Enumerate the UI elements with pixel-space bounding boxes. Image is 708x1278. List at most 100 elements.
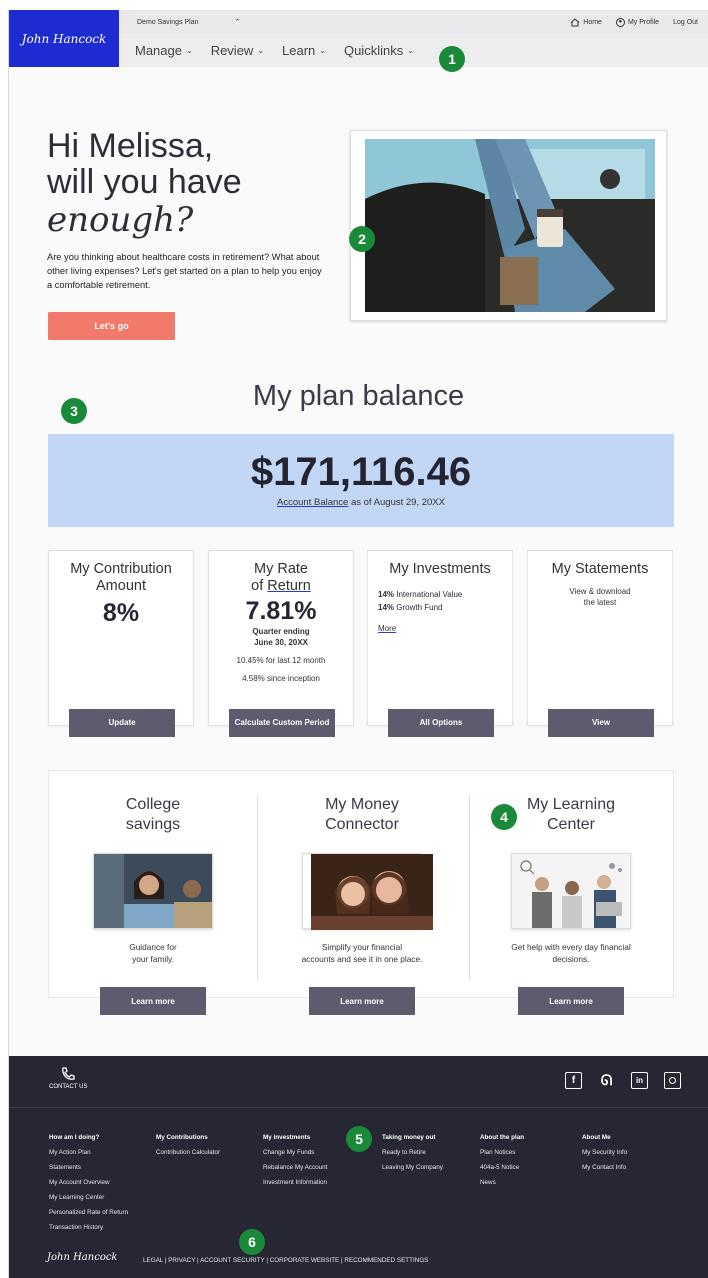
nav-label: Manage [135, 43, 182, 58]
view-button[interactable]: View [548, 709, 654, 737]
mother-daughter-image [302, 853, 433, 930]
footer-link[interactable]: Ready to Retire [382, 1145, 443, 1160]
tile-title-line: savings [125, 816, 181, 833]
logout-link[interactable]: Log Out [673, 19, 698, 26]
return-value: 7.81% [245, 597, 317, 625]
update-button[interactable]: Update [69, 709, 175, 737]
tile-title: College savings [49, 795, 257, 835]
legal-link[interactable]: LEGAL [143, 1257, 163, 1264]
learning-section: College savings Guidance for your family. … [48, 770, 675, 1015]
tile-desc-line: Guidance for [129, 942, 177, 952]
callout-badge-5: 5 [346, 1126, 372, 1152]
nav-manage[interactable]: Manage ⌄ [135, 43, 193, 58]
facebook-icon[interactable]: f [565, 1072, 582, 1089]
footer-logo[interactable]: John Hancock [47, 1252, 118, 1263]
footer-link[interactable]: My Account Overview [49, 1175, 128, 1190]
plan-selector-label: Demo Savings Plan [137, 18, 199, 26]
corporate-website-link[interactable]: CORPORATE WEBSITE [270, 1257, 340, 1264]
footer-heading: About the plan [480, 1134, 525, 1141]
investment-list: 14% International Value 14% Growth Fund [368, 588, 512, 614]
footer-link[interactable]: Personalized Rate of Return [49, 1205, 128, 1220]
college-student-image [93, 853, 213, 929]
chevron-up-icon: ⌃ [234, 19, 241, 26]
card-title-line: of [251, 578, 268, 594]
privacy-link[interactable]: PRIVACY [168, 1257, 195, 1264]
footer-link[interactable]: News [480, 1175, 524, 1190]
footer-link[interactable]: Contribution Calculator [156, 1145, 220, 1160]
contact-us-link[interactable]: CONTACT US [49, 1066, 87, 1090]
nav-label: Review [210, 43, 254, 58]
learn-more-button[interactable]: Learn more [309, 987, 415, 1015]
account-security-link[interactable]: ACCOUNT SECURITY [200, 1257, 265, 1264]
card-title: My Contribution Amount [49, 561, 193, 595]
return-link[interactable]: Return [267, 578, 311, 594]
footer-link[interactable]: My Learning Center [49, 1190, 128, 1205]
statements-desc-1: View & download [569, 587, 631, 596]
plan-balance-title: My plan balance [252, 380, 465, 412]
tile-title-line: College [125, 796, 181, 813]
learning-people-image [511, 853, 631, 929]
footer: CONTACT US f ᘏ in How am I doing? My Act… [9, 1056, 708, 1278]
all-options-button[interactable]: All Options [388, 709, 494, 737]
investment-name: Growth Fund [396, 603, 443, 612]
contact-us-label: CONTACT US [49, 1084, 88, 1090]
footer-heading: My investments [263, 1134, 311, 1141]
footer-link[interactable]: 404a-5 Notice [480, 1160, 524, 1175]
hero-heading: Hi Melissa, will you have enough? [47, 128, 242, 238]
car-road-trip-image [365, 139, 655, 312]
hero-line-3: enough? [47, 200, 194, 240]
footer-col-taking-money-out: Taking money out Ready to Retire Leaving… [382, 1130, 443, 1175]
callout-badge-4: 4 [491, 804, 517, 830]
college-savings-tile: College savings Guidance for your family. … [49, 771, 257, 1015]
page: John Hancock Demo Savings Plan ⌃ Home ● … [8, 10, 708, 1278]
statements-desc-2: the latest [583, 598, 617, 607]
footer-link[interactable]: Statements [49, 1160, 128, 1175]
instagram-icon[interactable] [664, 1072, 681, 1089]
plan-selector[interactable]: Demo Savings Plan ⌃ [137, 18, 241, 27]
lets-go-button[interactable]: Let's go [48, 312, 175, 340]
footer-link[interactable]: Investment Information [263, 1175, 327, 1190]
investments-card: My Investments 14% International Value 1… [367, 550, 513, 737]
footer-link[interactable]: My Action Plan [49, 1145, 128, 1160]
main-nav: Manage ⌄ Review ⌄ Learn ⌄ Quicklinks ⌄ [119, 34, 708, 67]
logout-label: Log Out [673, 18, 698, 26]
footer-link[interactable]: Rebalance My Account [263, 1160, 327, 1175]
more-link[interactable]: More [368, 624, 512, 633]
card-title-line: Amount [96, 578, 146, 594]
callout-badge-2: 2 [349, 226, 375, 252]
social-links: f ᘏ in [565, 1072, 681, 1089]
nav-learn[interactable]: Learn ⌄ [282, 43, 326, 58]
legal-links: LEGAL | PRIVACY | ACCOUNT SECURITY | COR… [143, 1257, 429, 1264]
card-title-line: My Rate [254, 561, 308, 577]
footer-link[interactable]: Plan Notices [480, 1145, 524, 1160]
learn-more-button[interactable]: Learn more [100, 987, 206, 1015]
my-profile-link[interactable]: ● My Profile [615, 17, 659, 27]
utility-bar: Demo Savings Plan ⌃ Home ● My Profile Lo… [119, 10, 708, 34]
chevron-down-icon: ⌄ [185, 46, 193, 55]
account-balance-link[interactable]: Account Balance [277, 497, 348, 508]
footer-link[interactable]: Transaction History [49, 1220, 128, 1235]
return-since-inception: 4.58% since inception [242, 674, 320, 683]
nav-quicklinks[interactable]: Quicklinks ⌄ [344, 43, 414, 58]
recommended-settings-link[interactable]: RECOMMENDED SETTINGS [344, 1257, 428, 1264]
hero-line-2: will you have [47, 163, 242, 201]
home-link[interactable]: Home [570, 17, 602, 27]
linkedin-icon[interactable]: in [631, 1072, 648, 1089]
rate-of-return-card: My Rate of Return 7.81% Quarter ending Ju… [208, 550, 354, 737]
calculate-custom-period-button[interactable]: Calculate Custom Period [229, 709, 335, 737]
footer-link[interactable]: Leaving My Company [382, 1160, 443, 1175]
tile-title-line: Center [546, 816, 596, 833]
tile-description: Get help with every day financial decisio… [467, 941, 675, 965]
learn-more-button[interactable]: Learn more [518, 987, 624, 1015]
investment-pct: 14% [378, 603, 395, 612]
footer-col-about-me: About Me My Security Info My Contact Inf… [582, 1130, 627, 1175]
tile-description: Guidance for your family. [49, 941, 257, 965]
john-hancock-logo[interactable]: John Hancock [9, 10, 119, 67]
footer-link[interactable]: My Security Info [582, 1145, 627, 1160]
nav-review[interactable]: Review ⌄ [211, 43, 264, 58]
card-title: My Statements [551, 561, 649, 577]
footer-col-contributions: My Contributions Contribution Calculator [156, 1130, 220, 1160]
twitter-icon[interactable]: ᘏ [598, 1072, 615, 1089]
footer-link[interactable]: My Contact Info [582, 1160, 627, 1175]
footer-link[interactable]: Change My Funds [263, 1145, 327, 1160]
